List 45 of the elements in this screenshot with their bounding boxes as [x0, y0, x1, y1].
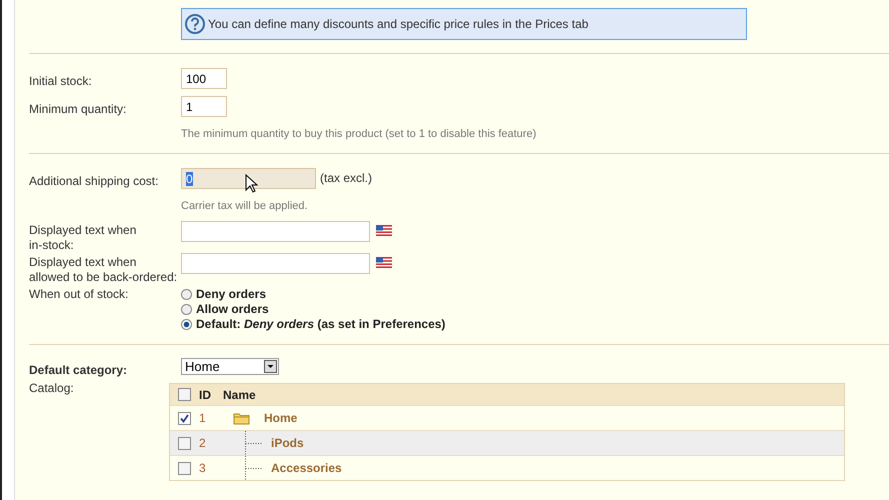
- field-label: Additional shipping cost:: [29, 174, 160, 189]
- checkbox[interactable]: [178, 388, 191, 401]
- tax-note: (tax excl.): [320, 171, 372, 185]
- field-label: When out of stock:: [29, 287, 130, 302]
- field-label: Default category:: [29, 363, 128, 378]
- category-link[interactable]: Home: [264, 411, 298, 425]
- field-label: Initial stock:: [29, 74, 93, 89]
- field-label: Minimum quantity:: [29, 102, 128, 117]
- info-text: You can define many discounts and specific price rules in the Prices tab: [208, 17, 588, 31]
- flag-icon[interactable]: [376, 257, 392, 268]
- tree-connector: [243, 430, 263, 456]
- category-dropdown[interactable]: Home: [181, 358, 279, 375]
- option-label[interactable]: Allow orders: [196, 302, 269, 316]
- option-label[interactable]: Deny orders: [196, 287, 266, 301]
- radio-button[interactable]: [181, 304, 192, 314]
- input-field[interactable]: 1: [181, 96, 227, 117]
- hint-text: The minimum quantity to buy this product (set to 1 to disable this feature): [181, 128, 538, 140]
- checkbox[interactable]: [178, 462, 191, 474]
- hint-text: Carrier tax will be applied.: [181, 200, 309, 212]
- folder-icon: [233, 412, 250, 424]
- help-icon: [185, 14, 205, 34]
- checkbox[interactable]: [178, 436, 191, 450]
- field-value: 0: [186, 172, 193, 186]
- input-field[interactable]: 100: [181, 68, 227, 89]
- input-field[interactable]: 0: [181, 168, 316, 189]
- checkbox[interactable]: [178, 412, 191, 424]
- cursor-icon: [245, 174, 258, 194]
- category-link[interactable]: iPods: [271, 436, 304, 450]
- field-label: Displayed text when allowed to be back-ordered:: [29, 255, 178, 285]
- caret-icon: [264, 360, 277, 373]
- column-header: ID: [199, 388, 212, 402]
- option-label[interactable]: Default: Deny orders (as set in Preferences): [196, 317, 446, 331]
- field-label: Catalog:: [29, 381, 75, 397]
- column-header: Name: [223, 388, 256, 402]
- tree-connector: [243, 456, 263, 480]
- table-cell-text: 1: [199, 411, 207, 425]
- table-cell-text: 3: [199, 461, 207, 475]
- category-link[interactable]: Accessories: [271, 461, 342, 475]
- radio-button[interactable]: [181, 318, 192, 330]
- radio-button[interactable]: [181, 288, 192, 300]
- field-label: Displayed text when in-stock:: [29, 223, 138, 253]
- flag-icon[interactable]: [376, 225, 392, 236]
- table-cell-text: 2: [199, 436, 207, 450]
- input-field[interactable]: [181, 221, 370, 242]
- input-field[interactable]: [181, 253, 370, 274]
